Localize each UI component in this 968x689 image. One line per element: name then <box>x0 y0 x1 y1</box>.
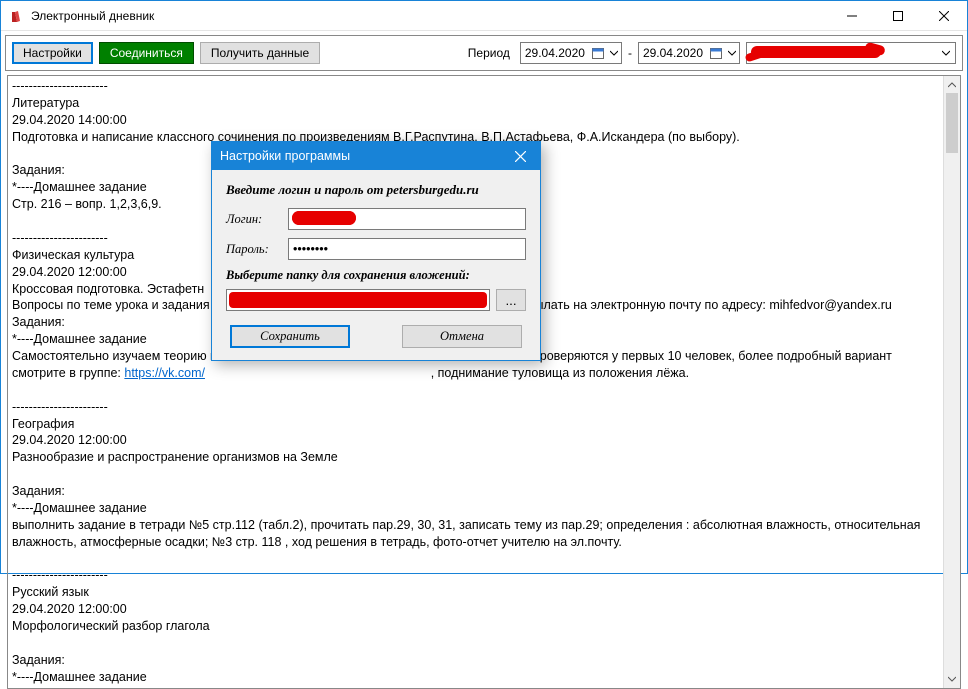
scroll-down-arrow-icon[interactable] <box>944 671 960 688</box>
date-to-value: 29.04.2020 <box>639 46 707 60</box>
window-title: Электронный дневник <box>31 9 154 23</box>
password-input[interactable] <box>288 238 526 260</box>
close-button[interactable] <box>921 1 967 31</box>
credentials-header: Введите логин и пароль от petersburgedu.… <box>226 182 526 198</box>
date-from-picker[interactable]: 29.04.2020 <box>520 42 622 64</box>
period-dash: - <box>628 46 632 60</box>
browse-button[interactable]: ... <box>496 289 526 311</box>
save-button[interactable]: Сохранить <box>230 325 350 348</box>
maximize-button[interactable] <box>875 1 921 31</box>
get-data-button[interactable]: Получить данные <box>200 42 320 64</box>
dialog-close-button[interactable] <box>500 142 540 170</box>
calendar-icon <box>589 43 607 63</box>
settings-button[interactable]: Настройки <box>12 42 93 64</box>
cancel-button[interactable]: Отмена <box>402 325 522 348</box>
scroll-up-arrow-icon[interactable] <box>944 76 960 93</box>
vertical-scrollbar[interactable] <box>943 76 960 688</box>
titlebar: Электронный дневник <box>1 1 967 31</box>
chevron-down-icon <box>725 49 739 57</box>
calendar-icon <box>707 43 725 63</box>
settings-dialog: Настройки программы Введите логин и паро… <box>211 141 541 361</box>
connect-button[interactable]: Соединиться <box>99 42 194 64</box>
app-icon <box>9 8 25 24</box>
chevron-down-icon <box>607 49 621 57</box>
date-to-picker[interactable]: 29.04.2020 <box>638 42 740 64</box>
login-label: Логин: <box>226 212 288 227</box>
redacted-login <box>292 211 356 225</box>
folder-header: Выберите папку для сохранения вложений: <box>226 268 526 283</box>
date-from-value: 29.04.2020 <box>521 46 589 60</box>
dialog-titlebar: Настройки программы <box>212 142 540 170</box>
vk-link[interactable]: https://vk.com/ <box>124 366 205 380</box>
period-label: Период <box>468 46 510 60</box>
folder-path-input[interactable] <box>226 289 490 311</box>
student-combo[interactable] <box>746 42 956 64</box>
redacted-path <box>229 292 487 308</box>
scroll-thumb[interactable] <box>946 93 958 153</box>
minimize-button[interactable] <box>829 1 875 31</box>
redacted-value <box>751 46 881 58</box>
dialog-title: Настройки программы <box>212 149 350 163</box>
toolbar: Настройки Соединиться Получить данные Пе… <box>5 35 963 71</box>
main-window: Электронный дневник Настройки Соединитьс… <box>0 0 968 574</box>
password-label: Пароль: <box>226 242 288 257</box>
chevron-down-icon <box>937 49 955 57</box>
